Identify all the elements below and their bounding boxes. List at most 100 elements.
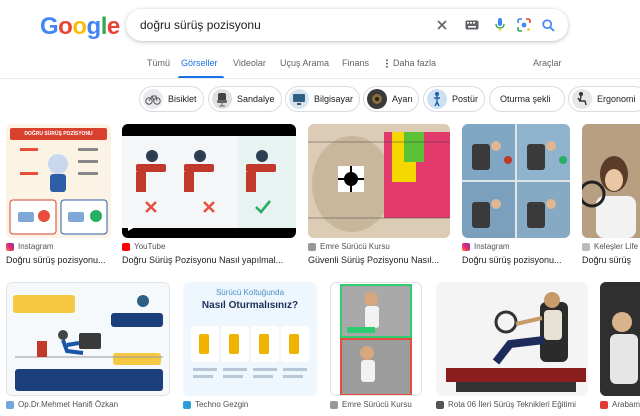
tab-more-label: Daha fazla [393, 58, 437, 68]
image-result[interactable]: Op.Dr.Mehmet Hanifi Özkan [6, 282, 172, 416]
image-result[interactable]: Keleşler Life Doğru sürüş [582, 124, 640, 268]
image-result[interactable]: Emre Sürücü Kursu [330, 282, 424, 416]
source-name: Emre Sürücü Kursu [342, 400, 412, 409]
result-source: Op.Dr.Mehmet Hanifi Özkan [6, 400, 118, 409]
result-title[interactable]: Doğru sürüş [582, 255, 640, 265]
bicycle-icon [143, 89, 163, 109]
site-icon [436, 400, 444, 409]
chip-posture[interactable]: Postür [423, 86, 485, 112]
result-thumbnail [436, 282, 588, 396]
result-thumbnail [582, 124, 640, 238]
chip-label: Bilgisayar [314, 94, 354, 104]
result-thumbnail: DOĞRU SÜRÜŞ POZİSYONU [6, 124, 111, 238]
posture-icon [427, 89, 447, 109]
chip-sitting[interactable]: Oturma şekli [489, 86, 565, 112]
image-result[interactable]: Instagram Doğru sürüş pozisyonu... [462, 124, 572, 268]
tab-flights[interactable]: Uçuş Arama [280, 58, 329, 68]
source-name: Techno Gezgin [195, 400, 249, 409]
search-tabs: Tümü Görseller Videolar Uçuş Arama Finan… [0, 52, 640, 78]
tab-all[interactable]: Tümü [147, 58, 170, 68]
chip-chair[interactable]: Sandalye [208, 86, 282, 112]
source-name: Instagram [474, 242, 510, 251]
source-name: Arabam [612, 400, 640, 409]
tab-images[interactable]: Görseller [181, 58, 218, 68]
result-source: Arabam [600, 400, 640, 409]
result-source: Instagram [6, 242, 54, 251]
source-name: Keleşler Life [594, 242, 639, 251]
lens-icon[interactable] [516, 17, 532, 33]
logo-letter: o [72, 13, 87, 40]
result-thumbnail [462, 124, 570, 238]
image-result[interactable]: Rota 06 İleri Sürüş Teknikleri Eğitimi [436, 282, 590, 416]
logo-letter: g [86, 13, 102, 40]
refinement-chips: Bisiklet Sandalye Bilgisayar Ayarı Postü… [0, 86, 640, 114]
site-icon [600, 400, 608, 409]
result-source: Instagram [462, 242, 510, 251]
chip-label: Bisiklet [168, 94, 197, 104]
result-source: Techno Gezgin [183, 400, 248, 409]
computer-icon [289, 89, 309, 109]
image-result[interactable]: DOĞRU SÜRÜŞ POZİSYONU Instagram Doğru sü… [6, 124, 111, 268]
tab-more[interactable]: Daha fazla [385, 58, 436, 68]
search-input[interactable] [140, 9, 420, 41]
source-name: Op.Dr.Mehmet Hanifi Özkan [18, 400, 119, 409]
chip-computer[interactable]: Bilgisayar [285, 86, 360, 112]
site-icon [330, 400, 338, 409]
result-thumbnail [308, 124, 450, 238]
chip-label: Oturma şekli [500, 94, 551, 104]
source-name: Emre Sürücü Kursu [320, 242, 390, 251]
logo-letter: G [40, 13, 59, 40]
google-logo[interactable]: Google [40, 13, 120, 41]
image-result[interactable]: Arabam [600, 282, 640, 416]
keyboard-icon[interactable] [464, 17, 480, 33]
chip-label: Ayarı [392, 94, 413, 104]
microphone-icon[interactable] [492, 17, 508, 33]
chip-label: Sandalye [237, 94, 275, 104]
tab-videos[interactable]: Videolar [233, 58, 266, 68]
youtube-icon [122, 242, 130, 251]
result-title[interactable]: Doğru sürüş pozisyonu... [6, 255, 111, 265]
site-icon [582, 242, 590, 251]
image-result[interactable]: Emre Sürücü Kursu Güvenli Sürüş Pozisyon… [308, 124, 451, 268]
result-thumbnail [330, 282, 422, 396]
site-icon [6, 400, 14, 409]
chip-label: Ergonomi [597, 94, 636, 104]
image-result[interactable]: Sürücü Koltuğunda Nasıl Oturmalısınız? T… [183, 282, 319, 416]
chip-label: Postür [452, 94, 479, 104]
result-source: Rota 06 İleri Sürüş Teknikleri Eğitimi [436, 400, 576, 409]
source-name: Instagram [18, 242, 54, 251]
clear-icon[interactable] [434, 17, 450, 33]
car-seat-icon [367, 89, 387, 109]
header: Google [0, 0, 640, 52]
result-source: Emre Sürücü Kursu [308, 242, 390, 251]
result-thumbnail: Sürücü Koltuğunda Nasıl Oturmalısınız? [183, 282, 317, 396]
result-source: YouTube [122, 242, 165, 251]
logo-letter: e [106, 13, 120, 40]
header-divider [0, 78, 640, 79]
tools-button[interactable]: Araçlar [533, 58, 562, 68]
search-box [126, 9, 568, 41]
result-title[interactable]: Doğru Sürüş Pozisyonu Nasıl yapılmal... [122, 255, 298, 265]
chair-icon [212, 89, 232, 109]
chip-bicycle[interactable]: Bisiklet [139, 86, 204, 112]
play-icon [126, 222, 136, 232]
instagram-icon [6, 242, 14, 251]
logo-letter: o [58, 13, 73, 40]
result-thumbnail [600, 282, 640, 396]
result-source: Keleşler Life [582, 242, 638, 251]
tab-finance[interactable]: Finans [342, 58, 369, 68]
more-vert-icon [386, 58, 388, 68]
site-icon [308, 242, 316, 251]
source-name: YouTube [134, 242, 166, 251]
chip-ergonomics[interactable]: Ergonomi [568, 86, 640, 112]
result-title[interactable]: Güvenli Sürüş Pozisyonu Nasıl... [308, 255, 451, 265]
site-icon [183, 400, 191, 409]
instagram-icon [462, 242, 470, 251]
image-result[interactable]: YouTube Doğru Sürüş Pozisyonu Nasıl yapı… [122, 124, 298, 268]
source-name: Rota 06 İleri Sürüş Teknikleri Eğitimi [448, 400, 576, 409]
result-title[interactable]: Doğru sürüş pozisyonu... [462, 255, 572, 265]
ergonomics-icon [572, 89, 592, 109]
result-thumbnail [122, 124, 296, 238]
search-icon[interactable] [540, 17, 556, 33]
chip-setting[interactable]: Ayarı [363, 86, 419, 112]
